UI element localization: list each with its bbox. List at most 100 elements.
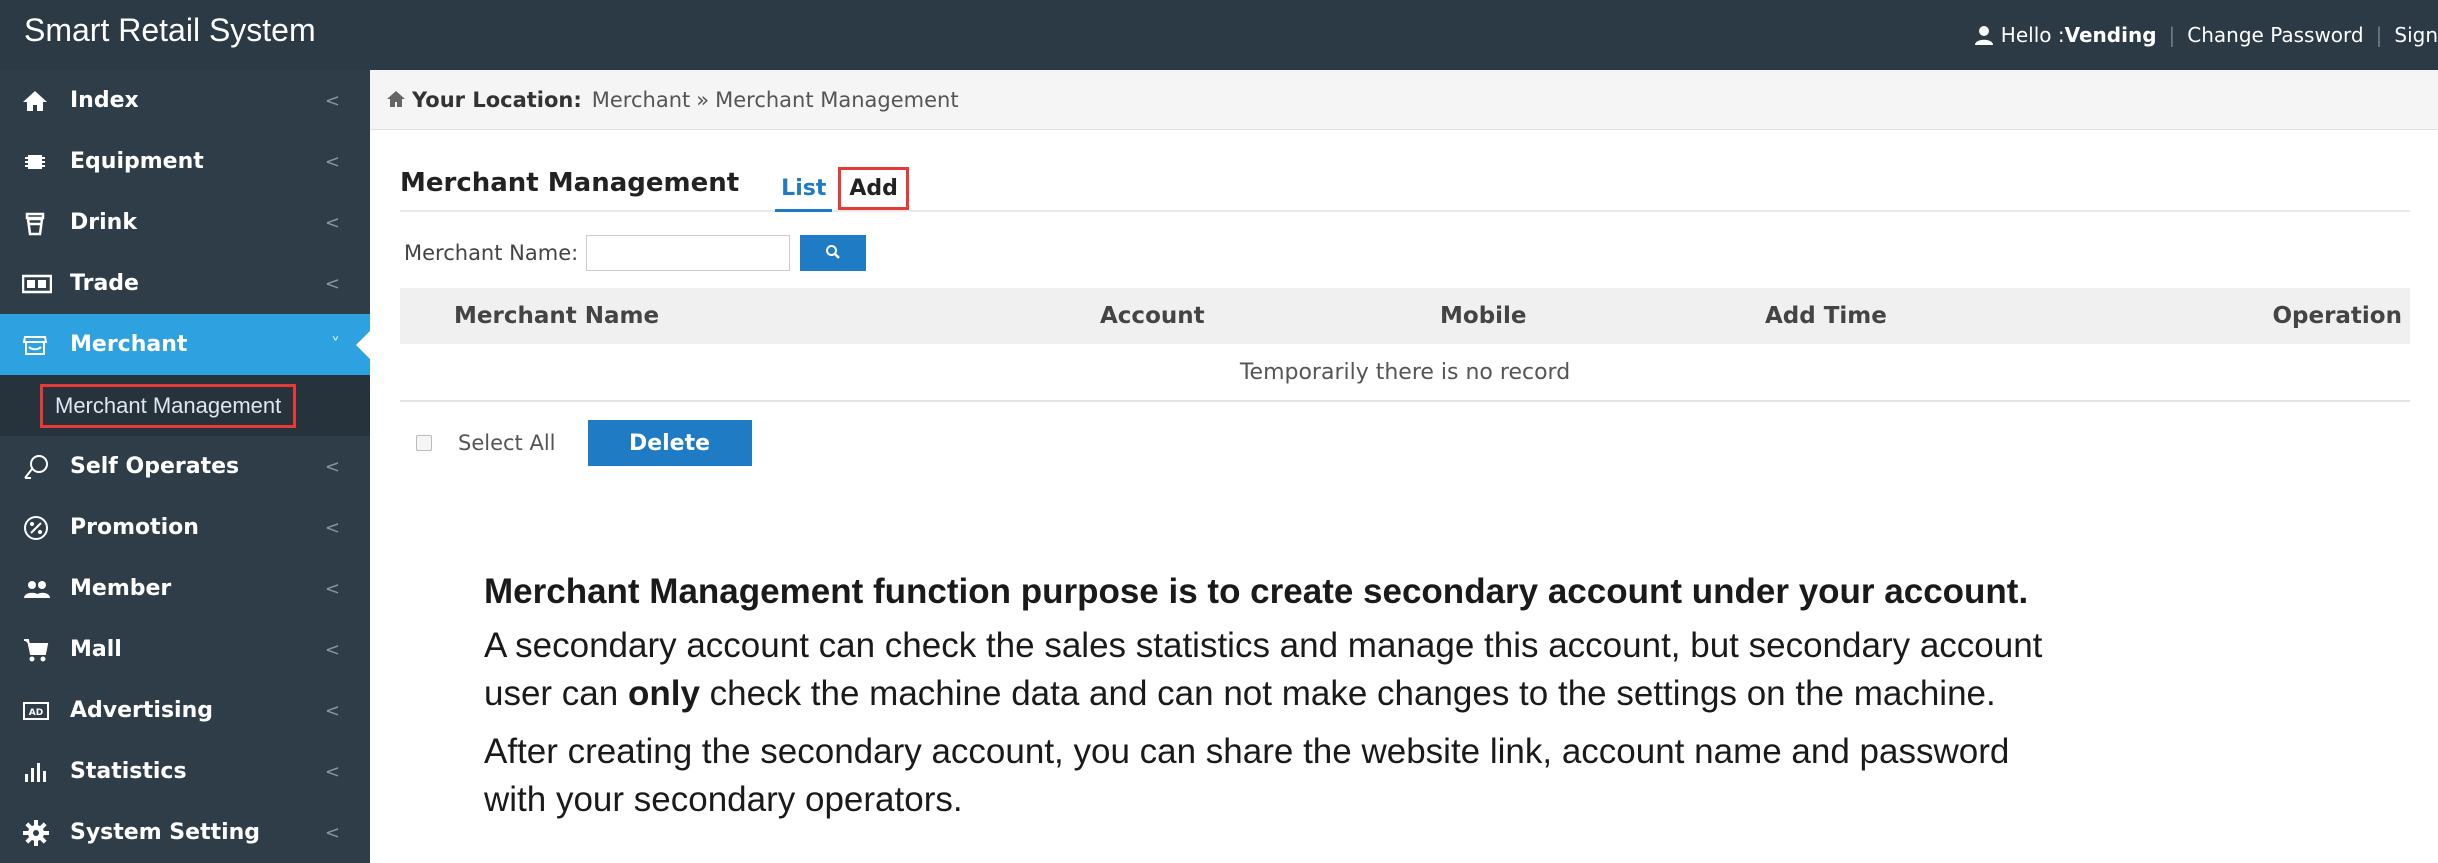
breadcrumb-item-merchant[interactable]: Merchant [592,88,690,112]
merchant-table: Merchant Name Account Mobile Add Time Op… [400,288,2410,402]
explanation-heading: Merchant Management function purpose is … [484,572,2029,611]
cup-icon [22,209,58,237]
explanation-line: with your secondary operators. [484,780,963,819]
user-bar: Hello : Vending | Change Password | Sign [1973,0,2438,70]
bar-chart-icon [22,758,58,786]
sidebar-item-label: Equipment [70,149,204,174]
select-all-checkbox[interactable] [416,435,432,451]
column-header-operation: Operation [2272,303,2402,329]
sidebar-item-statistics[interactable]: Statistics < [0,741,370,802]
explanation-emphasis: only [627,674,700,713]
sidebar-item-mall[interactable]: Mall < [0,619,370,680]
search-filter: Merchant Name: [404,235,867,271]
select-all-label[interactable]: Select All [458,431,556,455]
sidebar-item-equipment[interactable]: Equipment < [0,131,370,192]
cart-icon [22,636,58,664]
store-icon [22,331,58,359]
sidebar-item-label: Statistics [70,759,187,784]
chevron-left-icon: < [324,456,340,477]
svg-text:AD: AD [29,708,43,718]
explanation-text: Merchant Management function purpose is … [484,570,2424,834]
sidebar-item-member[interactable]: Member < [0,558,370,619]
chevron-left-icon: < [324,700,340,721]
column-header-account[interactable]: Account [1100,303,1205,329]
sidebar-item-drink[interactable]: Drink < [0,192,370,253]
home-icon [386,90,406,110]
sidebar-item-trade[interactable]: Trade < [0,253,370,314]
sidebar: Index < Equipment < Drink < Trade < Merc… [0,70,370,863]
chevron-left-icon: < [324,761,340,782]
sidebar-item-index[interactable]: Index < [0,70,370,131]
divider: | [2168,23,2176,47]
column-header-merchant-name[interactable]: Merchant Name [454,303,659,329]
explanation-line: After creating the secondary account, yo… [484,732,2010,771]
sidebar-item-label: Drink [70,210,137,235]
explanation-line: A secondary account can check the sales … [484,626,2043,665]
self-operates-icon [22,453,58,481]
tab-list[interactable]: List [775,170,833,212]
breadcrumb-item-merchant-management[interactable]: Merchant Management [715,88,959,112]
sidebar-item-label: Member [70,576,172,601]
sidebar-item-label: Index [70,88,139,113]
greeting-prefix: Hello : [2000,23,2065,47]
sidebar-item-merchant[interactable]: Merchant ˅ [0,314,370,375]
submenu: Merchant Management [0,375,370,436]
chevron-left-icon: < [324,273,340,294]
app-title: Smart Retail System [24,12,316,48]
sidebar-item-advertising[interactable]: AD Advertising < [0,680,370,741]
sidebar-subitem-merchant-management[interactable]: Merchant Management [40,383,297,428]
bulk-actions: Select All Delete [416,420,752,466]
sidebar-item-label: Mall [70,637,122,662]
breadcrumb: Your Location: Merchant » Merchant Manag… [370,70,2438,130]
search-button[interactable] [800,235,867,271]
chevron-left-icon: < [324,578,340,599]
sign-out-link[interactable]: Sign [2394,23,2438,47]
chevron-left-icon: < [324,90,340,111]
chevron-left-icon: < [324,822,340,843]
search-icon [825,244,841,263]
explanation-line: check the machine data and can not make … [699,674,1996,713]
chevron-left-icon: < [324,517,340,538]
empty-row: Temporarily there is no record [400,344,2410,402]
users-icon [22,575,58,603]
sidebar-item-label: System Setting [70,820,261,845]
gear-icon [22,819,58,847]
sidebar-item-label: Merchant [70,332,188,357]
chip-icon [22,148,58,176]
chevron-left-icon: < [324,151,340,172]
page-title: Merchant Management [400,168,740,198]
breadcrumb-label: Your Location: [412,87,582,112]
chevron-left-icon: < [324,639,340,660]
tab-add[interactable]: Add [838,167,909,210]
page-header: Merchant Management List Add [400,158,2410,212]
chevron-down-icon: ˅ [331,334,340,355]
home-icon [22,87,58,115]
sidebar-item-label: Trade [70,271,139,296]
table-header: Merchant Name Account Mobile Add Time Op… [400,288,2410,344]
ad-icon: AD [22,697,58,725]
sidebar-item-label: Promotion [70,515,199,540]
explanation-paragraph: A secondary account can check the sales … [484,622,2424,718]
breadcrumb-separator: » [696,87,710,112]
merchant-name-label: Merchant Name: [404,241,579,265]
merchant-name-input[interactable] [586,235,791,271]
chevron-left-icon: < [324,212,340,233]
explanation-paragraph: After creating the secondary account, yo… [484,728,2424,824]
sidebar-item-label: Advertising [70,698,213,723]
card-icon [22,270,58,298]
sidebar-item-label: Self Operates [70,454,240,479]
top-bar: Smart Retail System Hello : Vending | Ch… [0,0,2438,70]
explanation-line: user can [484,674,628,713]
percent-icon [22,514,58,542]
delete-button[interactable]: Delete [587,420,752,466]
column-header-add-time[interactable]: Add Time [1765,303,1887,329]
sidebar-item-system-setting[interactable]: System Setting < [0,802,370,863]
sidebar-item-self-operates[interactable]: Self Operates < [0,436,370,497]
username: Vending [2064,23,2157,47]
empty-message: Temporarily there is no record [1239,359,1571,385]
divider: | [2375,23,2383,47]
user-icon [1973,24,1995,46]
sidebar-item-promotion[interactable]: Promotion < [0,497,370,558]
change-password-link[interactable]: Change Password [2187,23,2363,47]
column-header-mobile[interactable]: Mobile [1440,303,1527,329]
